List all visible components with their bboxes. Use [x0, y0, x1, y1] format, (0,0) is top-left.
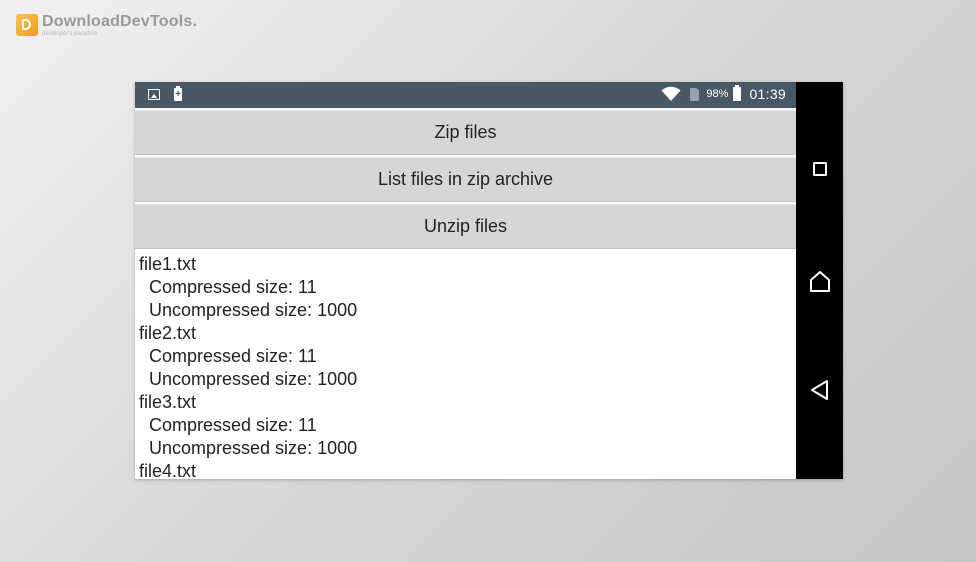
home-icon[interactable]	[808, 270, 832, 294]
wifi-icon	[661, 86, 681, 101]
uncompressed-size: Uncompressed size: 1000	[149, 369, 358, 389]
uncompressed-size: Uncompressed size: 1000	[149, 300, 358, 320]
watermark-tagline: developer's paradise	[42, 31, 98, 37]
list-item: file3.txt Compressed size: 11 Uncompress…	[139, 391, 796, 460]
output-text: file1.txt Compressed size: 11 Uncompress…	[135, 249, 796, 479]
sim-icon	[690, 87, 700, 101]
status-time: 01:39	[749, 86, 786, 102]
compressed-size: Compressed size: 11	[149, 346, 317, 366]
zip-files-button[interactable]: Zip files	[135, 110, 796, 155]
status-bar: 98% 01:39	[135, 82, 796, 108]
watermark-brand: DownloadDevTools.	[42, 13, 198, 30]
file-name: file1.txt	[139, 254, 197, 274]
back-icon[interactable]	[810, 379, 830, 401]
app-screen: 98% 01:39 Zip files List files in zip ar…	[135, 82, 796, 479]
unzip-files-button[interactable]: Unzip files	[135, 204, 796, 249]
recents-square-icon[interactable]	[812, 162, 827, 176]
image-notification-icon	[148, 89, 160, 100]
uncompressed-size: Uncompressed size: 1000	[149, 438, 358, 458]
file-name: file4.txt	[139, 461, 197, 479]
file-name: file3.txt	[139, 392, 197, 412]
list-files-button[interactable]: List files in zip archive	[135, 157, 796, 202]
battery-icon	[733, 85, 742, 101]
android-device: 98% 01:39 Zip files List files in zip ar…	[135, 82, 843, 479]
compressed-size: Compressed size: 11	[149, 277, 317, 297]
battery-charging-icon	[174, 86, 182, 101]
compressed-size: Compressed size: 11	[149, 415, 317, 435]
download-logo-icon	[16, 14, 38, 36]
watermark-logo: DownloadDevTools. developer's paradise	[16, 14, 197, 37]
list-item: file4.txt	[139, 460, 796, 479]
battery-percent: 98%	[706, 88, 729, 100]
list-item: file1.txt Compressed size: 11 Uncompress…	[139, 253, 796, 322]
list-item: file2.txt Compressed size: 11 Uncompress…	[139, 322, 796, 391]
file-name: file2.txt	[139, 323, 197, 343]
navigation-bar	[796, 82, 843, 479]
